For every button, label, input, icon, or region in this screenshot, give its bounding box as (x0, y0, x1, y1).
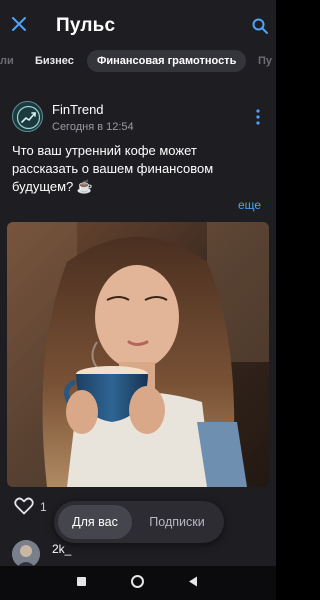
user-avatar-icon (12, 540, 40, 568)
app-screen: Пульс ли Бизнес Финансовая грамотность П… (0, 0, 276, 600)
coffee-photo-illustration (7, 222, 269, 487)
read-more-link[interactable]: еще (238, 198, 261, 212)
search-icon[interactable] (252, 18, 268, 34)
category-tabs: ли Бизнес Финансовая грамотность Пу (0, 46, 276, 74)
tab-financial-literacy[interactable]: Финансовая грамотность (87, 50, 247, 72)
post-text: Что ваш утренний кофе может рассказать о… (12, 143, 214, 194)
tab-partial-left[interactable]: ли (0, 50, 14, 72)
avatar[interactable] (12, 540, 40, 568)
recent-apps-icon[interactable] (77, 577, 86, 586)
top-bar: Пульс (0, 0, 276, 46)
fintrend-logo-icon (16, 105, 41, 130)
more-options-icon[interactable] (252, 108, 264, 126)
close-icon[interactable] (12, 17, 26, 31)
post-timestamp: Сегодня в 12:54 (52, 121, 134, 133)
avatar[interactable] (12, 101, 43, 132)
tab-business[interactable]: Бизнес (35, 50, 74, 72)
system-nav-bar (0, 566, 276, 600)
next-post-author[interactable]: 2k_ (52, 542, 71, 556)
like-count: 1 (40, 500, 47, 514)
post-image[interactable] (7, 222, 269, 487)
heart-icon[interactable] (14, 497, 34, 515)
feed-toggle: Для вас Подписки (54, 501, 224, 543)
feed-toggle-for-you[interactable]: Для вас (58, 505, 132, 539)
home-icon[interactable] (131, 575, 144, 588)
feed-toggle-subscriptions[interactable]: Подписки (134, 505, 220, 539)
post-author[interactable]: FinTrend (52, 102, 104, 117)
tab-partial-right[interactable]: Пу (258, 50, 272, 72)
back-icon[interactable] (188, 576, 198, 587)
page-title: Пульс (56, 15, 116, 36)
